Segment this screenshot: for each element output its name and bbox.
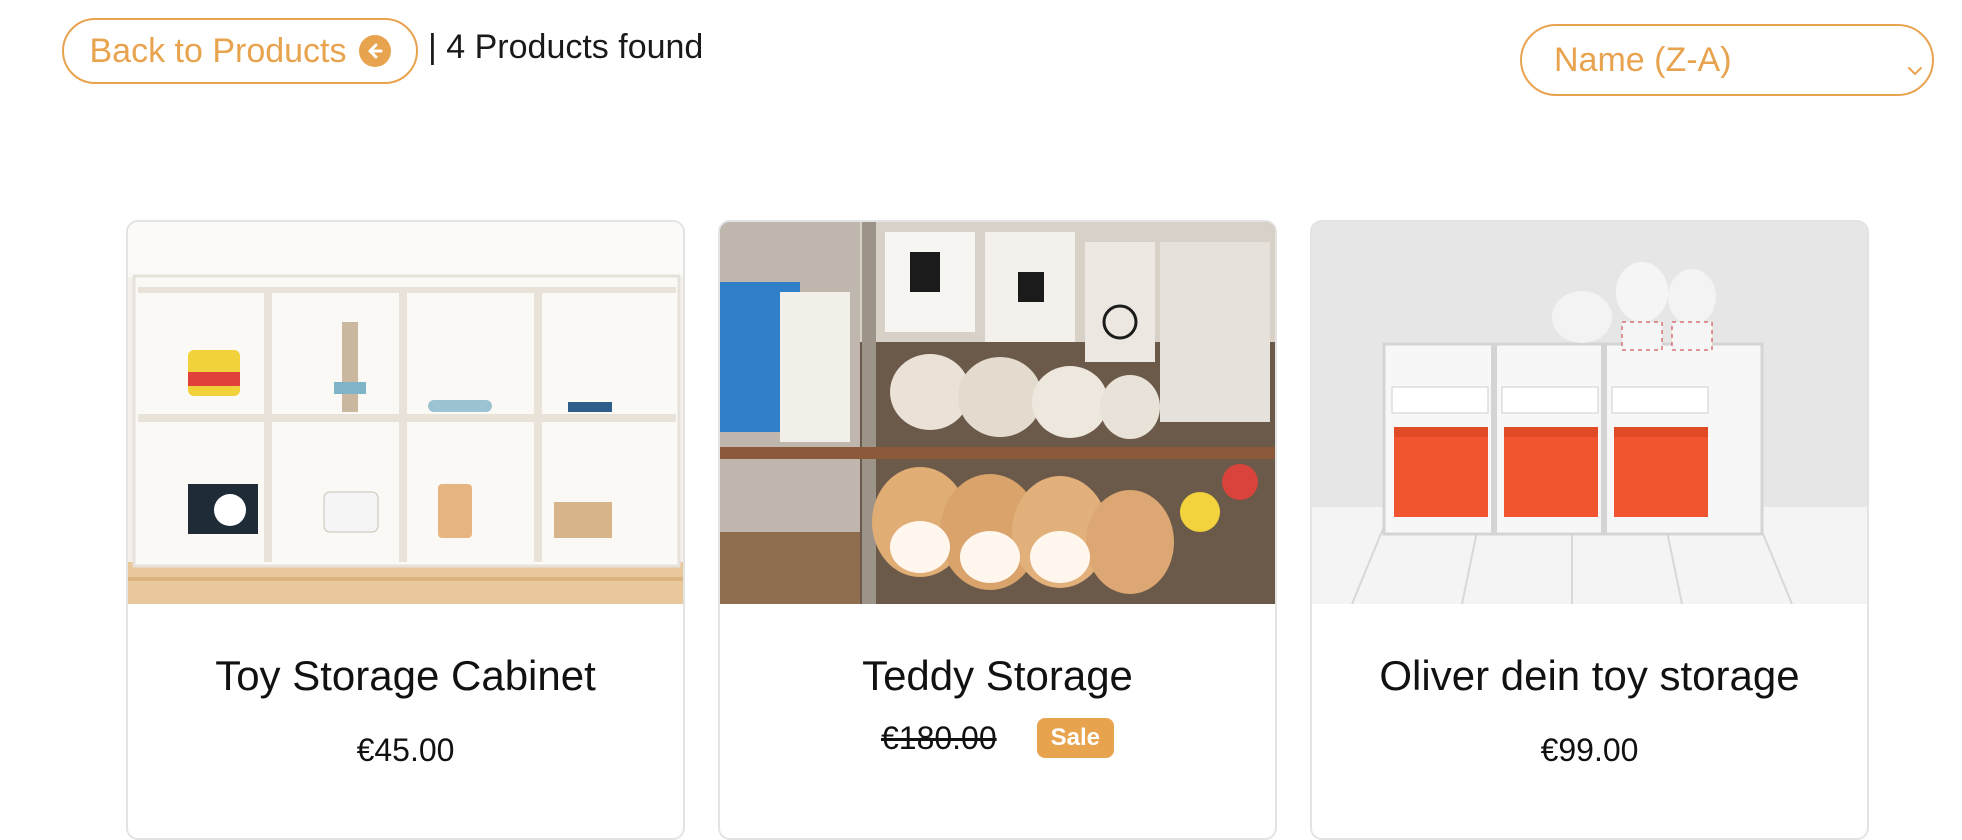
- product-title[interactable]: Toy Storage Cabinet: [128, 652, 683, 700]
- shelf-cabinet-image: [128, 222, 683, 604]
- product-price: €45.00: [356, 732, 455, 768]
- product-card[interactable]: Oliver dein toy storage €99.00: [1310, 220, 1869, 840]
- price-row: €180.00 Sale: [720, 718, 1275, 758]
- product-card[interactable]: Toy Storage Cabinet €45.00: [126, 220, 685, 840]
- product-title[interactable]: Teddy Storage: [720, 652, 1275, 700]
- back-button-label: Back to Products: [89, 31, 347, 70]
- teddy-shelf-image: [720, 222, 1275, 604]
- sale-badge: Sale: [1036, 718, 1115, 758]
- arrow-left-circle-icon: [358, 35, 391, 67]
- product-card[interactable]: Teddy Storage €180.00 Sale: [718, 220, 1277, 840]
- chevron-down-icon: [1906, 50, 1924, 89]
- product-title[interactable]: Oliver dein toy storage: [1312, 652, 1867, 700]
- product-old-price: €180.00: [880, 719, 997, 756]
- back-to-products-button[interactable]: Back to Products: [62, 18, 418, 84]
- sort-selected-value: Name (Z-A): [1554, 40, 1732, 79]
- product-grid: Toy Storage Cabinet €45.00 Teddy Storage…: [126, 220, 1870, 840]
- sort-select[interactable]: Name (Z-A): [1520, 24, 1934, 96]
- products-count: | 4 Products found: [428, 28, 704, 66]
- bins-storage-image: [1312, 222, 1867, 604]
- product-price: €99.00: [1540, 732, 1639, 768]
